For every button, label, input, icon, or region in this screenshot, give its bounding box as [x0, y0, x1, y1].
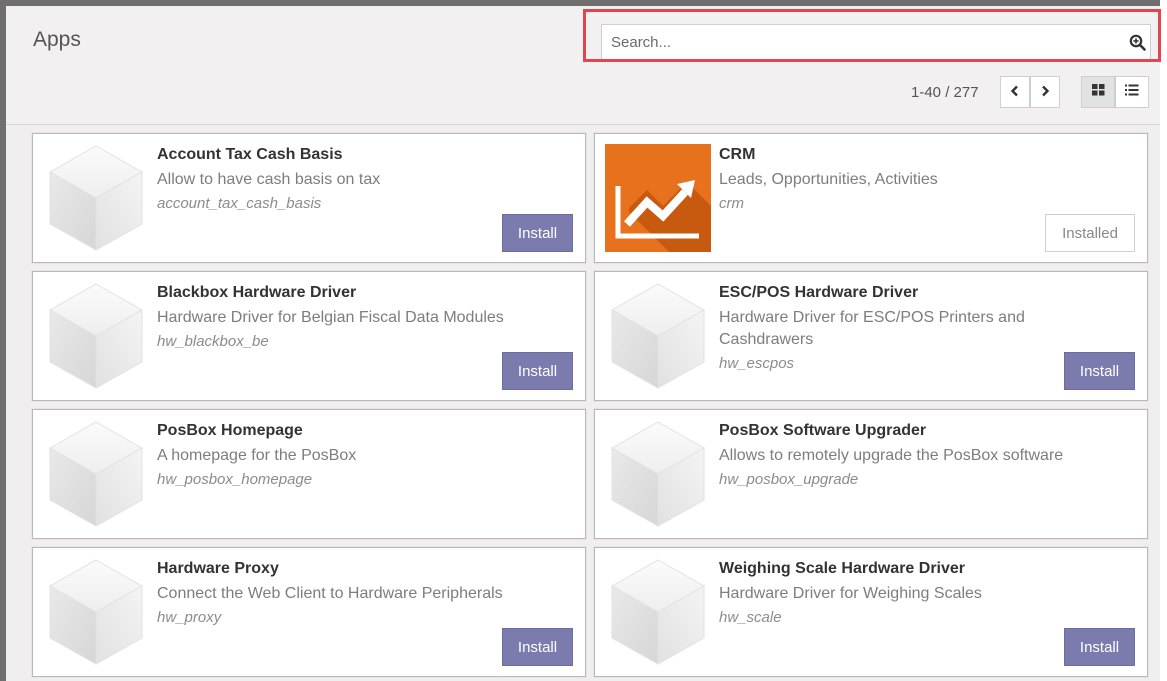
install-button[interactable]: Install — [1064, 352, 1135, 390]
module-technical-name: hw_posbox_upgrade — [719, 471, 859, 488]
module-technical-name: hw_blackbox_be — [157, 333, 269, 350]
module-technical-name: crm — [719, 195, 744, 212]
module-card-posbox-software-upgrader[interactable]: PosBox Software Upgrader Allows to remot… — [594, 409, 1148, 539]
module-technical-name: hw_escpos — [719, 355, 795, 372]
cube-icon — [43, 282, 149, 390]
module-name: ESC/POS Hardware Driver — [719, 284, 919, 301]
module-summary: A homepage for the PosBox — [157, 447, 357, 464]
module-summary: Hardware Driver for ESC/POS Printers and… — [719, 309, 1025, 348]
cube-icon — [605, 558, 711, 666]
module-name: Weighing Scale Hardware Driver — [719, 560, 966, 577]
module-summary: Leads, Opportunities, Activities — [719, 171, 938, 188]
search-highlight-box — [583, 9, 1161, 62]
pager-next-button[interactable] — [1030, 76, 1060, 108]
module-technical-name: hw_scale — [719, 609, 782, 626]
installed-button[interactable]: Installed — [1045, 214, 1135, 252]
cube-icon — [605, 282, 711, 390]
module-card-crm[interactable]: CRM Leads, Opportunities, Activities crm… — [594, 133, 1148, 263]
module-summary: Hardware Driver for Weighing Scales — [719, 585, 982, 602]
module-name: Account Tax Cash Basis — [157, 146, 343, 163]
module-name: Hardware Proxy — [157, 560, 279, 577]
list-icon — [1125, 83, 1139, 101]
install-button[interactable]: Install — [1064, 628, 1135, 666]
crm-chart-icon — [605, 144, 711, 252]
module-technical-name: hw_posbox_homepage — [157, 471, 313, 488]
install-button[interactable]: Install — [502, 214, 573, 252]
pager-previous-button[interactable] — [1000, 76, 1030, 108]
module-name: PosBox Software Upgrader — [719, 422, 927, 439]
module-technical-name: hw_proxy — [157, 609, 222, 626]
cube-icon — [43, 144, 149, 252]
module-summary: Hardware Driver for Belgian Fiscal Data … — [157, 309, 504, 326]
cube-icon — [43, 558, 149, 666]
module-summary: Allows to remotely upgrade the PosBox so… — [719, 447, 1064, 464]
module-card-posbox-homepage[interactable]: PosBox Homepage A homepage for the PosBo… — [32, 409, 586, 539]
module-name: Blackbox Hardware Driver — [157, 284, 357, 301]
module-name: CRM — [719, 146, 756, 163]
breadcrumb: Apps — [33, 28, 81, 51]
module-card-weighing-scale-hardware-driver[interactable]: Weighing Scale Hardware Driver Hardware … — [594, 547, 1148, 677]
cube-icon — [43, 420, 149, 528]
install-button[interactable]: Install — [502, 628, 573, 666]
chevron-left-icon — [1010, 84, 1020, 100]
list-view-button[interactable] — [1115, 76, 1149, 108]
pager-value[interactable]: 1-40 / 277 — [911, 78, 979, 108]
chevron-right-icon — [1040, 84, 1050, 100]
app-window: Apps 1-40 / 277 — [0, 0, 1160, 681]
module-card-escpos-hardware-driver[interactable]: ESC/POS Hardware Driver Hardware Driver … — [594, 271, 1148, 401]
module-card-blackbox-hardware-driver[interactable]: Blackbox Hardware Driver Hardware Driver… — [32, 271, 586, 401]
grid-icon — [1091, 83, 1105, 101]
kanban-view-button[interactable] — [1081, 76, 1115, 108]
module-card-hardware-proxy[interactable]: Hardware Proxy Connect the Web Client to… — [32, 547, 586, 677]
module-summary: Allow to have cash basis on tax — [157, 171, 381, 188]
module-card-account-tax-cash-basis[interactable]: Account Tax Cash Basis Allow to have cas… — [32, 133, 586, 263]
cube-icon — [605, 420, 711, 528]
module-name: PosBox Homepage — [157, 422, 303, 439]
module-technical-name: account_tax_cash_basis — [157, 195, 322, 212]
module-summary: Connect the Web Client to Hardware Perip… — [157, 585, 503, 602]
install-button[interactable]: Install — [502, 352, 573, 390]
